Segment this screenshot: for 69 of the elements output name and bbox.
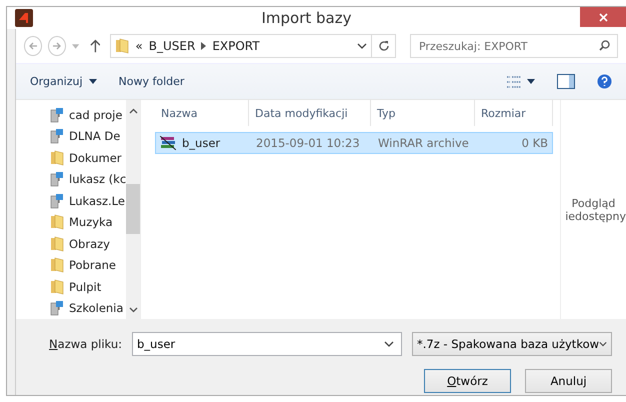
chevron-down-icon [357,43,368,49]
app-icon [15,9,33,27]
refresh-icon [378,40,390,52]
arrow-right-icon [52,41,62,51]
chevron-down-icon [599,340,607,346]
scroll-down-icon[interactable] [128,307,138,313]
breadcrumb-arrow-icon[interactable] [201,42,206,50]
folder-icon [115,38,130,54]
file-type-dropdown[interactable]: *.7z - Spakowana baza użytkow [412,332,612,356]
network-drive-icon [50,300,64,316]
column-header[interactable]: Typ [371,100,475,126]
filename-label: Nazwa pliku: [49,336,122,350]
scroll-up-icon[interactable] [128,108,138,114]
close-icon [598,12,608,22]
details-view-icon [507,76,521,88]
sidebar-item[interactable]: lukasz (kc [50,168,126,190]
help-icon[interactable] [597,74,612,89]
file-row[interactable]: b_user 2015-09-01 10:23 WinRAR archive 0 KB [155,132,553,154]
sidebar-item[interactable]: Dokumer [50,147,126,168]
arrow-left-icon [28,41,38,51]
archive-books-icon [160,136,176,150]
arrow-up-icon[interactable] [90,39,100,53]
search-icon [598,40,610,51]
search-field[interactable]: Przeszukaj: EXPORT [410,34,618,58]
sidebar-item[interactable]: Szkolenia [50,298,126,319]
preview-pane-icon[interactable] [557,74,575,89]
preview-message: Podgląd [572,196,616,210]
network-drive-icon [50,192,64,209]
column-header[interactable]: Rozmiar [475,100,553,126]
preview-message: iedostępny [565,210,626,222]
size-cell-text: 0 KB [520,136,549,150]
sidebar-item[interactable]: cad proje [50,104,126,126]
column-header[interactable]: Data modyfikacji [249,100,371,126]
network-drive-icon [50,106,64,123]
folder-icon [50,236,64,252]
folder-icon [50,150,64,166]
breadcrumb-item[interactable]: B_USER [148,39,196,53]
type-cell-text: WinRAR archive [377,136,470,150]
folder-icon [50,278,64,295]
open-button[interactable]: Otwórz [424,368,511,392]
filename-field[interactable]: b_user [132,332,402,356]
sidebar-item[interactable]: Obrazy [50,233,126,254]
caret-icon [527,79,535,84]
new-folder-button[interactable]: Nowy folder [118,75,184,88]
refresh-button[interactable] [372,34,396,58]
overflow-chevron[interactable]: « [135,39,143,53]
sidebar-item[interactable]: Pobrane [50,254,126,276]
cancel-button[interactable]: Anuluj [525,368,612,392]
sidebar-item[interactable]: Pulpit [50,276,126,298]
sidebar-item[interactable]: Muzyka [50,212,126,233]
scrollbar-thumb[interactable] [126,184,140,234]
column-header[interactable]: Nazwa [155,100,249,126]
view-options-button[interactable] [507,76,535,88]
folder-icon [50,257,64,274]
close-button[interactable] [580,7,626,27]
sidebar-item[interactable]: DLNA De [50,126,126,147]
breadcrumb-item[interactable]: EXPORT [212,39,260,53]
scrollbar[interactable] [126,100,140,319]
organize-button[interactable]: Organizuj [30,75,97,88]
folder-icon [50,214,64,230]
chevron-down-icon [384,340,394,346]
date-cell-text: 2015-09-01 10:23 [255,136,361,150]
address-bar[interactable]: « B_USER EXPORT [110,34,372,58]
sidebar-item[interactable]: Lukasz.Le [50,190,126,212]
network-drive-icon [50,171,64,188]
network-drive-icon [50,128,64,144]
window-title: Import bazy [260,9,352,27]
file-name: b_user [182,136,220,150]
caret-icon [88,79,97,84]
